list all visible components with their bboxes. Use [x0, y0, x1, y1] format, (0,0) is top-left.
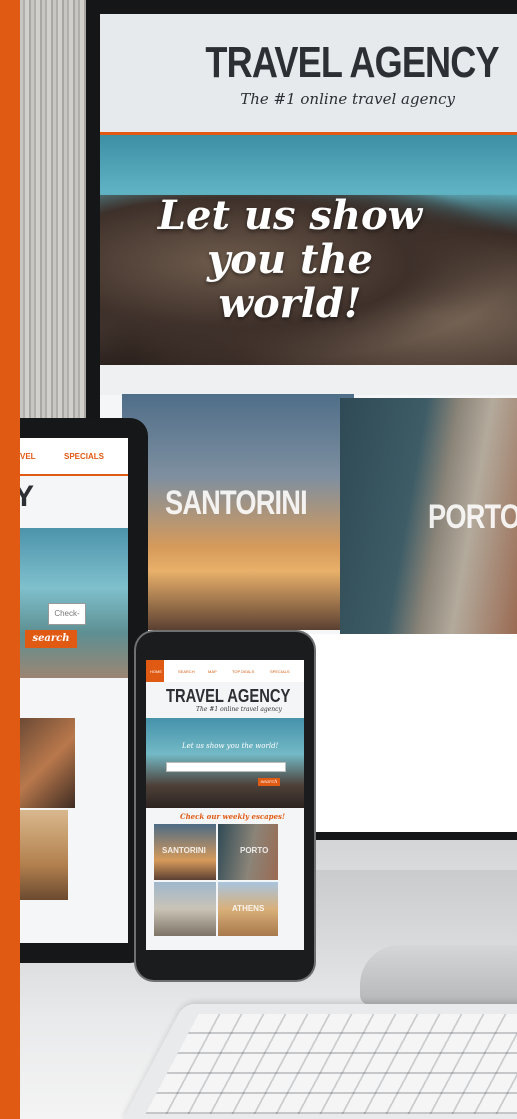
phone-destination-athens[interactable]: ATHENS [218, 882, 278, 936]
tablet-nav-item-specials[interactable]: SPECIALS [64, 452, 104, 461]
phone-destination-porto[interactable]: PORTO [218, 824, 278, 880]
site-title: TRAVEL AGENCY [205, 38, 500, 87]
site-header: TRAVEL AGENCY The #1 online travel agenc… [100, 14, 517, 132]
phone-search-button[interactable]: search [258, 778, 280, 786]
destination-label: ATHENS [232, 904, 265, 913]
tablet-destination-image[interactable] [20, 718, 75, 808]
destination-card-santorini[interactable]: SANTORINI [122, 394, 354, 630]
destination-label: PORTO [428, 498, 517, 536]
phone-screen: HOME SEARCH MAP TOP DEALS SPECIALS TRAVE… [146, 660, 304, 950]
tablet-nav-bar: VEL SPECIALS [20, 438, 128, 474]
phone-destination-grid: SANTORINI PORTO ATHENS [154, 824, 296, 950]
site-subtitle: The #1 online travel agency [240, 90, 455, 108]
phone-destination-santorini[interactable]: SANTORINI [154, 824, 216, 880]
hero-tagline-line1: Let us show [157, 192, 423, 239]
phone-nav-bar: HOME SEARCH MAP TOP DEALS SPECIALS [146, 660, 304, 682]
phone-search-input[interactable] [166, 762, 286, 772]
phone-nav-top-deals[interactable]: TOP DEALS [232, 669, 254, 674]
destination-card-porto[interactable]: PORTO [340, 398, 517, 634]
tablet-destination-image[interactable] [20, 810, 68, 900]
phone-nav-search[interactable]: SEARCH [178, 669, 195, 674]
tablet-title-fragment: Y [20, 480, 35, 513]
phone-nav-label: HOME [150, 669, 162, 674]
phone-nav-map[interactable]: MAP [208, 669, 217, 674]
phone-destination-image[interactable] [154, 882, 216, 936]
device-mockup-scene: TRAVEL AGENCY The #1 online travel agenc… [0, 0, 517, 1119]
hero-tagline-line2: you the world! [207, 236, 373, 327]
keyboard-keys [145, 1014, 517, 1114]
content-band [100, 365, 517, 395]
tablet-search-button[interactable]: search [25, 630, 77, 648]
tablet-screen: VEL SPECIALS Y Check-out search [20, 438, 128, 943]
phone-deals-heading: Check our weekly escapes! [180, 812, 286, 821]
tablet-checkout-input[interactable]: Check-out [48, 603, 86, 638]
keyboard-icon [120, 1004, 517, 1119]
phone-nav-specials[interactable]: SPECIALS [270, 669, 290, 674]
phone-site-subtitle: The #1 online travel agency [196, 706, 282, 713]
hero-tagline: Let us show you the world! [140, 194, 440, 326]
tablet-header-divider [20, 474, 128, 476]
destination-label: SANTORINI [165, 484, 308, 522]
tablet-nav-item[interactable]: VEL [20, 452, 36, 461]
phone-nav-home[interactable]: HOME [146, 660, 164, 682]
wooden-wall-background [20, 0, 90, 420]
phone-site-title: TRAVEL AGENCY [166, 686, 291, 706]
phone-hero-tagline: Let us show you the world! [182, 742, 279, 750]
destination-label: PORTO [240, 846, 269, 855]
destination-label: SANTORINI [162, 846, 206, 855]
orange-accent-strip [0, 0, 20, 1119]
monitor-stand-base [360, 945, 517, 1005]
